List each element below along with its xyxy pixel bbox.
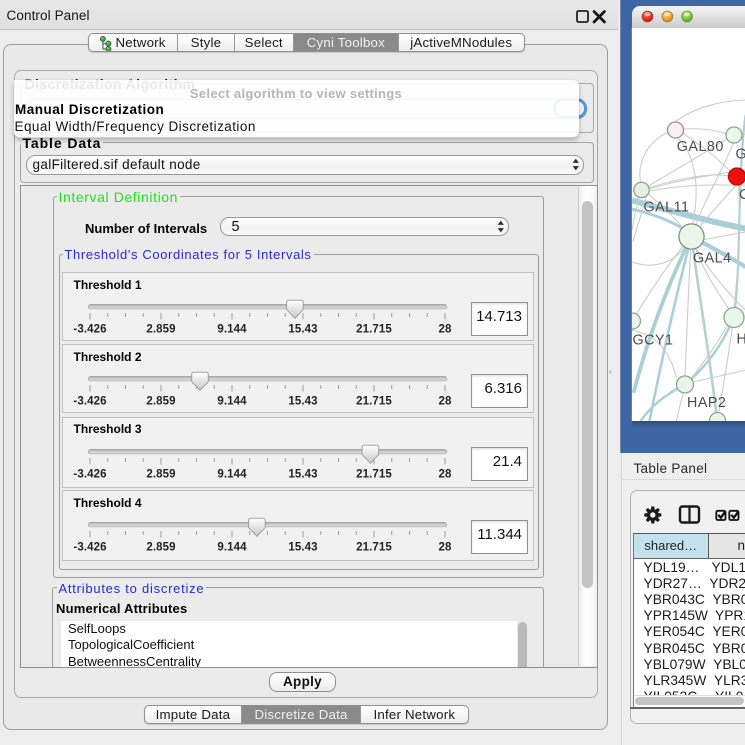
svg-text:28: 28: [439, 324, 452, 336]
svg-text:GAL80: GAL80: [677, 139, 724, 155]
svg-text:-3.426: -3.426: [73, 324, 106, 336]
svg-text:HAP2: HAP2: [687, 395, 726, 411]
svg-text:-3.426: -3.426: [73, 542, 106, 554]
svg-text:9.144: 9.144: [217, 396, 247, 408]
svg-text:9.144: 9.144: [217, 324, 247, 336]
svg-text:-3.426: -3.426: [73, 468, 106, 480]
svg-text:GAL11: GAL11: [644, 200, 690, 216]
svg-text:21.715: 21.715: [356, 396, 392, 408]
svg-text:GA: GA: [736, 147, 745, 163]
svg-text:HA: HA: [737, 332, 745, 348]
svg-text:9.144: 9.144: [217, 468, 247, 480]
svg-text:GCY1: GCY1: [633, 333, 674, 349]
svg-text:15.43: 15.43: [288, 468, 317, 480]
svg-text:9.144: 9.144: [217, 542, 247, 554]
svg-text:GAL4: GAL4: [693, 251, 732, 267]
svg-text:21.715: 21.715: [356, 542, 392, 554]
svg-text:21.715: 21.715: [356, 324, 392, 336]
svg-text:2.859: 2.859: [146, 542, 175, 554]
svg-text:2.859: 2.859: [146, 324, 175, 336]
svg-text:15.43: 15.43: [288, 324, 317, 336]
svg-text:21.715: 21.715: [356, 468, 392, 480]
svg-text:28: 28: [439, 468, 452, 480]
svg-text:15.43: 15.43: [288, 542, 317, 554]
svg-text:15.43: 15.43: [288, 396, 317, 408]
svg-text:C: C: [739, 187, 745, 203]
svg-text:28: 28: [439, 396, 452, 408]
svg-text:2.859: 2.859: [146, 468, 175, 480]
svg-text:-3.426: -3.426: [73, 396, 106, 408]
svg-text:28: 28: [439, 542, 452, 554]
svg-text:2.859: 2.859: [146, 396, 175, 408]
